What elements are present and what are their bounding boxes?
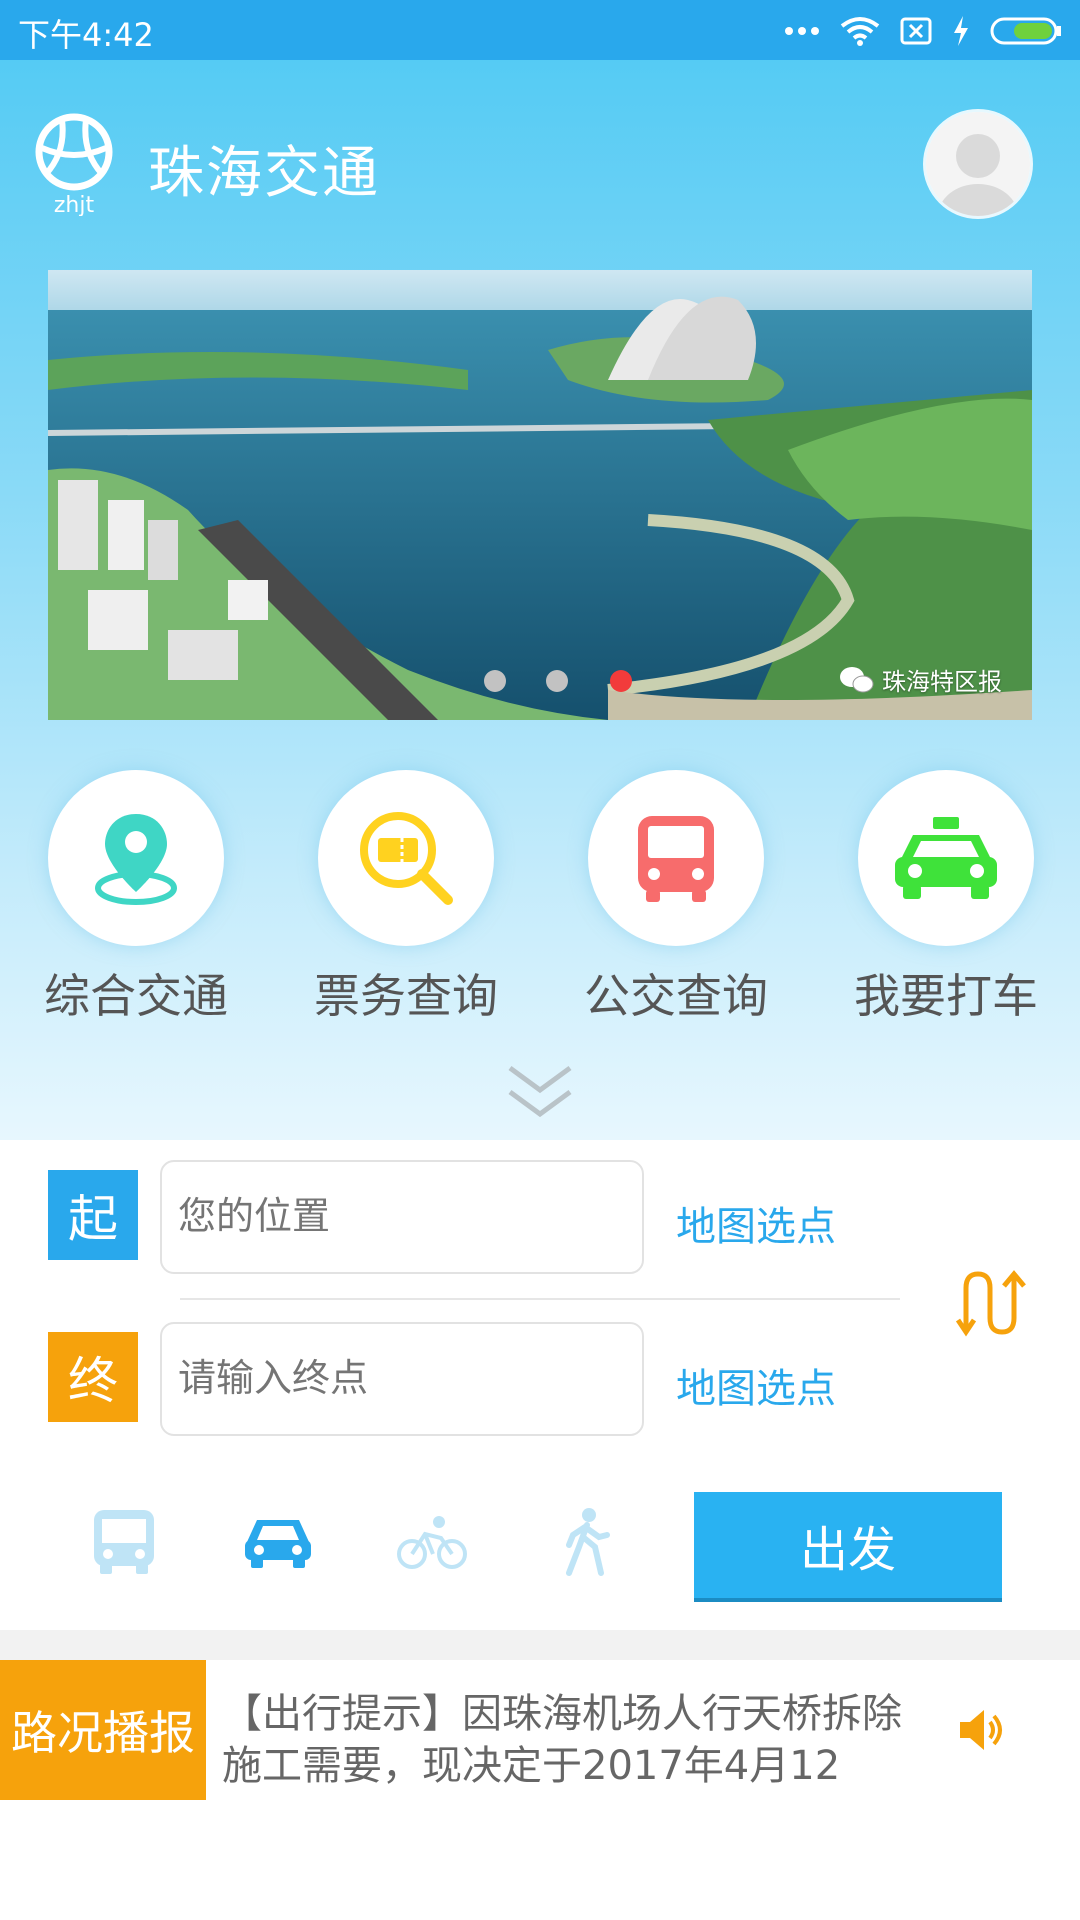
route-divider [180, 1298, 900, 1300]
feature-bus-query[interactable]: 公交查询 [576, 770, 776, 1026]
feature-hail-taxi[interactable]: 我要打车 [846, 770, 1046, 1026]
taxi-icon [895, 817, 997, 899]
location-pin-icon [95, 814, 177, 905]
mode-car-button[interactable] [238, 1502, 318, 1582]
carousel-dot-2[interactable] [546, 670, 568, 692]
more-dots-icon [784, 26, 820, 36]
logo-text: zhjt [54, 193, 95, 216]
map-pick-start-link[interactable]: 地图选点 [676, 1194, 836, 1252]
feature-label: 票务查询 [314, 969, 498, 1023]
feature-label: 综合交通 [44, 969, 228, 1023]
traffic-broadcast-text[interactable]: 【出行提示】因珠海机场人行天桥拆除施工需要，现决定于2017年4月12 [222, 1688, 902, 1792]
walk-mode-icon [566, 1508, 610, 1576]
speaker-icon[interactable] [956, 1706, 1006, 1758]
bus-mode-icon [94, 1510, 154, 1574]
wifi-icon [840, 16, 880, 46]
banner-image [48, 270, 1032, 720]
status-time: 下午4:42 [18, 16, 154, 54]
traffic-broadcast[interactable]: 路况播报 【出行提示】因珠海机场人行天桥拆除施工需要，现决定于2017年4月12 [0, 1660, 1080, 1800]
feature-ticket-query[interactable]: 票务查询 [306, 770, 506, 1026]
traffic-broadcast-tag: 路况播报 [0, 1660, 206, 1800]
charging-icon [952, 16, 970, 46]
user-avatar-icon [926, 112, 1030, 216]
no-sim-icon [900, 17, 932, 45]
feature-label: 公交查询 [584, 969, 768, 1023]
status-bar: 下午4:42 [0, 0, 1080, 60]
map-pick-end-link[interactable]: 地图选点 [676, 1356, 836, 1414]
mode-walk-button[interactable] [546, 1502, 626, 1582]
feature-integrated-transport[interactable]: 综合交通 [36, 770, 236, 1026]
car-mode-icon [245, 1520, 311, 1568]
bus-icon [638, 816, 714, 902]
expand-chevron-icon[interactable] [506, 1062, 574, 1126]
end-tag: 终 [48, 1332, 138, 1422]
app-title: 珠海交通 [148, 141, 380, 206]
swap-route-icon[interactable] [955, 1268, 1028, 1342]
wechat-icon [840, 666, 874, 692]
mode-bus-button[interactable] [84, 1502, 164, 1582]
status-icons [784, 14, 1062, 48]
watermark-text: 珠海特区报 [882, 668, 1002, 696]
carousel-dot-1[interactable] [484, 670, 506, 692]
banner-watermark: 珠海特区报 [838, 662, 1002, 697]
bike-mode-icon [397, 1516, 467, 1569]
route-planner: 起 地图选点 终 地图选点 [0, 1140, 1080, 1630]
bottom-spacer [0, 1800, 1080, 1920]
app-logo: zhjt [32, 112, 116, 220]
go-button[interactable]: 出发 [694, 1492, 1002, 1598]
start-tag: 起 [48, 1170, 138, 1260]
ticket-search-icon [360, 812, 453, 905]
carousel-dot-3[interactable] [610, 670, 632, 692]
avatar[interactable] [926, 112, 1030, 216]
start-input[interactable] [160, 1160, 644, 1274]
feature-label: 我要打车 [854, 969, 1038, 1023]
mode-bike-button[interactable] [392, 1502, 472, 1582]
destination-input[interactable] [160, 1322, 644, 1436]
battery-icon [990, 16, 1062, 46]
banner-carousel[interactable]: 珠海特区报 [48, 270, 1032, 720]
